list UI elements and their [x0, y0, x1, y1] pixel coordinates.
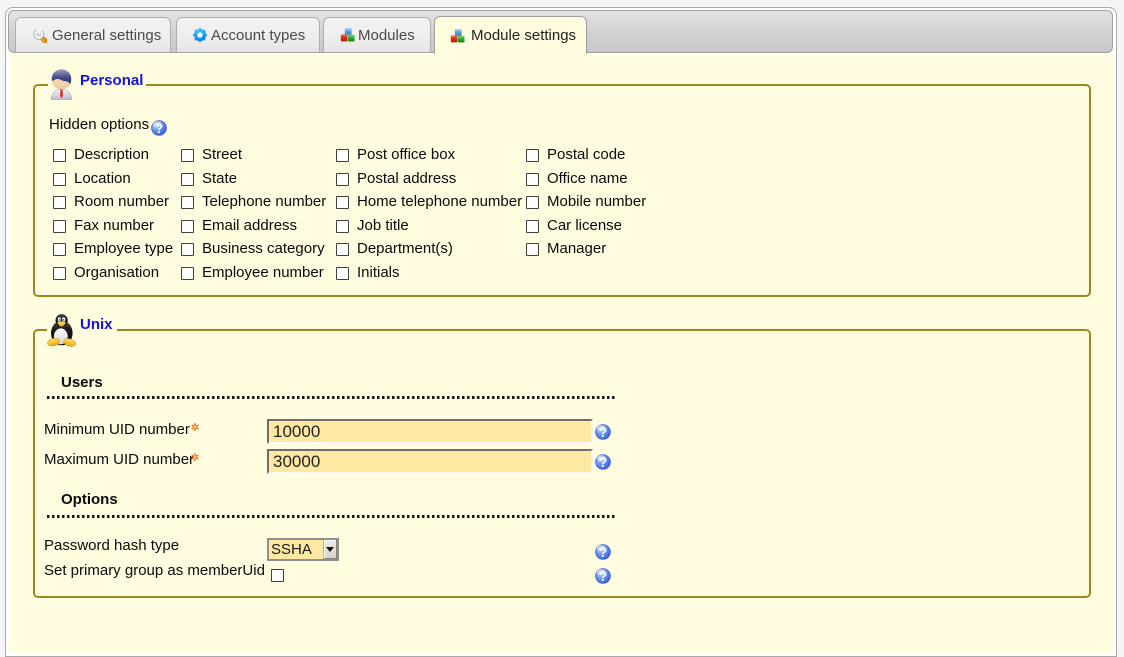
svg-text:?: ?	[599, 569, 607, 584]
svg-text:?: ?	[599, 425, 607, 440]
svg-text:?: ?	[155, 121, 163, 136]
svg-text:?: ?	[599, 455, 607, 470]
svg-text:?: ?	[599, 545, 607, 560]
